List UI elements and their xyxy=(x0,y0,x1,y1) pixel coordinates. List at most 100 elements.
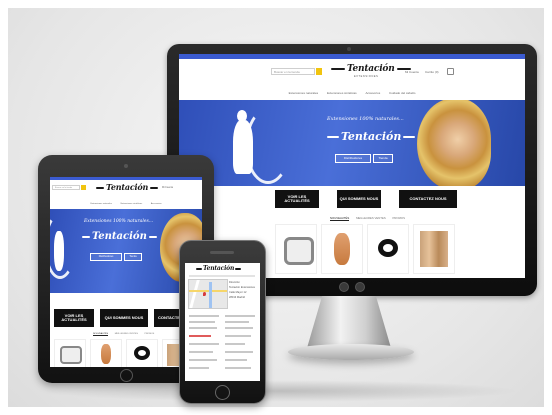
contact-block-button[interactable]: CONTACTEZ NOUS xyxy=(399,190,457,208)
text-line xyxy=(225,327,253,329)
product-card[interactable] xyxy=(321,224,363,274)
menu-item[interactable]: Cuidado del cabello xyxy=(389,91,415,95)
tablet-home-button[interactable] xyxy=(120,369,133,382)
about-block-button[interactable]: QUI SOMMES NOUS xyxy=(337,190,381,208)
search-input[interactable]: Buscar en la tienda xyxy=(271,68,315,75)
text-line xyxy=(225,335,251,337)
monitor-button[interactable] xyxy=(339,282,349,292)
text-line-accent xyxy=(189,335,211,337)
logo-text: Tentación xyxy=(106,182,149,192)
logo-swash-left xyxy=(331,67,345,70)
text-line xyxy=(189,351,213,353)
product-image xyxy=(378,239,398,257)
logo-text: Tentación xyxy=(203,265,235,272)
text-line xyxy=(189,321,215,323)
hero-swash xyxy=(403,136,416,138)
logo-swash-right xyxy=(235,267,242,270)
main-menu: Extensiones naturales Extensiones sintét… xyxy=(50,203,202,205)
map-widget[interactable] xyxy=(188,279,228,309)
header-divider xyxy=(189,275,255,277)
distributors-button[interactable]: Distribuidores xyxy=(335,154,371,163)
menu-item[interactable]: Extensiones naturales xyxy=(289,91,319,95)
floor-shadow xyxy=(40,380,520,402)
product-card[interactable] xyxy=(90,339,122,367)
monitor-button[interactable] xyxy=(355,282,365,292)
search-button[interactable] xyxy=(316,68,322,75)
account-link[interactable]: Mi Cuenta xyxy=(162,186,173,189)
logo-swash-left xyxy=(196,267,202,270)
news-block-text: VOIR LES ACTUALITÉS xyxy=(61,313,87,323)
product-card[interactable] xyxy=(367,224,409,274)
phone-screen: Tentación Dirección Tentación Extensione… xyxy=(185,263,260,381)
product-image xyxy=(134,346,150,360)
news-line2: ACTUALITÉS xyxy=(61,317,87,322)
text-line xyxy=(189,315,219,317)
site-header: Buscar en la tienda Tentación EXTENSIONE… xyxy=(179,59,525,87)
search-button[interactable] xyxy=(81,185,86,190)
product-tabs: NOUVEAUTÉS MEILLEURES VENTES PROMOS xyxy=(327,216,408,221)
tab-new[interactable]: NOUVEAUTÉS xyxy=(93,333,109,336)
phone-home-button[interactable] xyxy=(215,385,230,400)
logo-text: Tentación xyxy=(347,64,395,74)
logo-swash-right xyxy=(150,187,159,189)
hero-logo: Tentación xyxy=(325,130,417,143)
logo-swash-left xyxy=(96,187,104,189)
product-card[interactable] xyxy=(126,339,158,367)
about-block-button[interactable]: QUI SOMMES NOUS xyxy=(100,309,148,327)
tab-bestsellers[interactable]: MEILLEURES VENTES xyxy=(115,333,138,335)
menu-item[interactable]: Extensiones naturales xyxy=(90,203,112,205)
map-road xyxy=(189,280,200,308)
product-image xyxy=(101,344,111,364)
menu-item[interactable]: Accesorios xyxy=(366,91,381,95)
tab-bestsellers[interactable]: MEILLEURES VENTES xyxy=(356,216,386,220)
text-line xyxy=(225,343,245,345)
text-line xyxy=(225,367,251,369)
account-link[interactable]: Mi Cuenta xyxy=(405,70,419,74)
hero-swash xyxy=(82,235,90,238)
model-image xyxy=(417,100,491,186)
site-logo[interactable]: Tentación xyxy=(94,182,160,192)
hero-logo-text: Tentación xyxy=(341,130,402,143)
product-card[interactable] xyxy=(275,224,317,274)
tab-new[interactable]: NOUVEAUTÉS xyxy=(330,216,350,221)
news-block-button[interactable]: VOIR LES ACTUALITÉS xyxy=(54,309,94,327)
site-logo[interactable]: Tentación xyxy=(329,64,413,74)
menu-item[interactable]: Extensiones sintéticas xyxy=(327,91,357,95)
distributors-button[interactable]: Distribuidores xyxy=(90,253,122,261)
shop-button[interactable]: Tienda xyxy=(124,253,142,261)
product-image xyxy=(334,233,350,265)
silhouette-body xyxy=(54,231,64,271)
hero-logo-text: Tentación xyxy=(92,231,147,242)
cart-link[interactable]: Carrito (0) xyxy=(425,70,439,74)
shop-button[interactable]: Tienda xyxy=(373,154,393,163)
site-logo[interactable]: Tentación xyxy=(195,265,242,272)
text-line xyxy=(189,359,217,361)
hero-tagline: Extensiones 100% naturales... xyxy=(327,116,404,122)
news-block-button[interactable]: VOIR LES ACTUALITÉS xyxy=(275,190,319,208)
address-line: 28013 Madrid xyxy=(229,296,245,299)
hair-wave xyxy=(245,108,291,184)
news-line2: ACTUALITÉS xyxy=(284,198,310,203)
monitor-base xyxy=(288,344,414,360)
cart-icon[interactable] xyxy=(447,68,454,75)
tab-promos[interactable]: PROMOS xyxy=(393,216,405,220)
tablet-camera xyxy=(124,164,128,168)
hero-banner: Extensiones 100% naturales... Tentación … xyxy=(179,100,525,186)
hero-swash xyxy=(148,235,157,238)
text-line xyxy=(225,321,249,323)
product-card[interactable] xyxy=(413,224,455,274)
product-image xyxy=(60,346,82,364)
monitor-camera xyxy=(347,47,351,51)
menu-item[interactable]: Accesorios xyxy=(151,203,162,205)
phone-speaker xyxy=(210,251,234,254)
address-line: Tentación Extensiones xyxy=(229,286,255,289)
search-input[interactable]: Buscar en la tienda xyxy=(52,185,80,190)
menu-item[interactable]: Extensiones sintéticas xyxy=(121,203,143,205)
tab-promos[interactable]: PROMOS xyxy=(145,333,155,335)
text-line xyxy=(189,343,219,345)
top-bar xyxy=(50,177,202,180)
address-line: Calle Mayor 12 xyxy=(229,291,247,294)
phone-device: Tentación Dirección Tentación Extensione… xyxy=(179,240,266,404)
product-card[interactable] xyxy=(54,339,86,367)
text-line xyxy=(225,315,255,317)
